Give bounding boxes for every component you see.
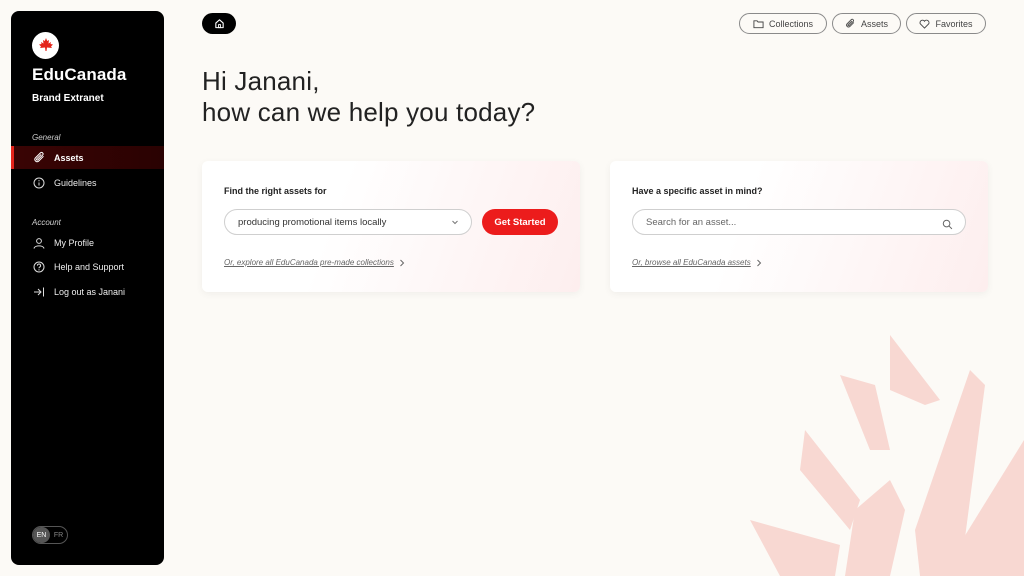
maple-leaf-icon	[38, 38, 53, 51]
heart-icon	[919, 19, 930, 29]
maple-leaf-background-icon	[750, 335, 1024, 576]
explore-collections-link-text: Or, explore all EduCanada pre-made colle…	[224, 258, 394, 267]
chevron-right-icon	[756, 259, 762, 267]
sidebar-item-label: My Profile	[54, 237, 95, 248]
get-started-button[interactable]: Get Started	[482, 209, 558, 235]
paperclip-icon	[32, 151, 46, 165]
brand-subtitle: Brand Extranet	[32, 93, 104, 104]
explore-collections-link[interactable]: Or, explore all EduCanada pre-made colle…	[224, 258, 405, 267]
favorites-label: Favorites	[935, 18, 973, 29]
search-asset-card: Have a specific asset in mind? Or, brows…	[610, 161, 988, 292]
home-button[interactable]	[202, 13, 236, 34]
sidebar-item-logout[interactable]: Log out as Janani	[11, 280, 164, 303]
find-assets-card: Find the right assets for producing prom…	[202, 161, 580, 292]
browse-assets-link-text: Or, browse all EduCanada assets	[632, 258, 751, 267]
greeting-line-1: Hi Janani,	[202, 66, 320, 96]
lang-en-button[interactable]: EN	[33, 527, 50, 543]
lang-fr-button[interactable]: FR	[50, 527, 67, 543]
chevron-right-icon	[399, 259, 405, 267]
section-label-account: Account	[32, 218, 61, 227]
sidebar-item-assets[interactable]: Assets	[11, 146, 164, 169]
find-assets-title: Find the right assets for	[224, 186, 327, 196]
paperclip-icon	[845, 18, 856, 29]
search-field	[632, 209, 966, 235]
sidebar-item-label: Log out as Janani	[54, 286, 126, 297]
user-icon	[32, 236, 46, 250]
sidebar-item-label: Help and Support	[54, 261, 125, 272]
home-icon	[214, 19, 224, 29]
sidebar-item-label: Assets	[54, 152, 84, 163]
search-asset-title: Have a specific asset in mind?	[632, 186, 763, 196]
logout-icon	[32, 285, 46, 299]
purpose-select-value: producing promotional items locally	[238, 216, 387, 228]
assets-label: Assets	[860, 18, 888, 29]
favorites-button[interactable]: Favorites	[906, 13, 986, 34]
page-greeting: Hi Janani, how can we help you today?	[202, 66, 535, 128]
sidebar-item-guidelines[interactable]: Guidelines	[11, 171, 164, 194]
sidebar: EduCanada Brand Extranet General Assets …	[11, 11, 164, 565]
chevron-down-icon	[451, 217, 459, 230]
greeting-line-2: how can we help you today?	[202, 97, 536, 127]
language-toggle: EN FR	[32, 526, 68, 544]
help-icon	[32, 260, 46, 274]
collections-label: Collections	[768, 18, 814, 29]
brand-logo[interactable]	[32, 32, 59, 59]
sidebar-item-help[interactable]: Help and Support	[11, 255, 164, 278]
sidebar-item-label: Guidelines	[54, 177, 97, 188]
section-label-general: General	[32, 133, 61, 142]
sidebar-item-my-profile[interactable]: My Profile	[11, 231, 164, 254]
purpose-select[interactable]: producing promotional items locally	[224, 209, 472, 235]
collections-button[interactable]: Collections	[739, 13, 827, 34]
assets-button[interactable]: Assets	[832, 13, 901, 34]
search-icon[interactable]	[942, 217, 953, 235]
browse-assets-link[interactable]: Or, browse all EduCanada assets	[632, 258, 762, 267]
folder-icon	[753, 19, 764, 29]
info-icon	[32, 176, 46, 190]
brand-name: EduCanada	[32, 65, 127, 84]
search-input[interactable]	[646, 216, 926, 228]
